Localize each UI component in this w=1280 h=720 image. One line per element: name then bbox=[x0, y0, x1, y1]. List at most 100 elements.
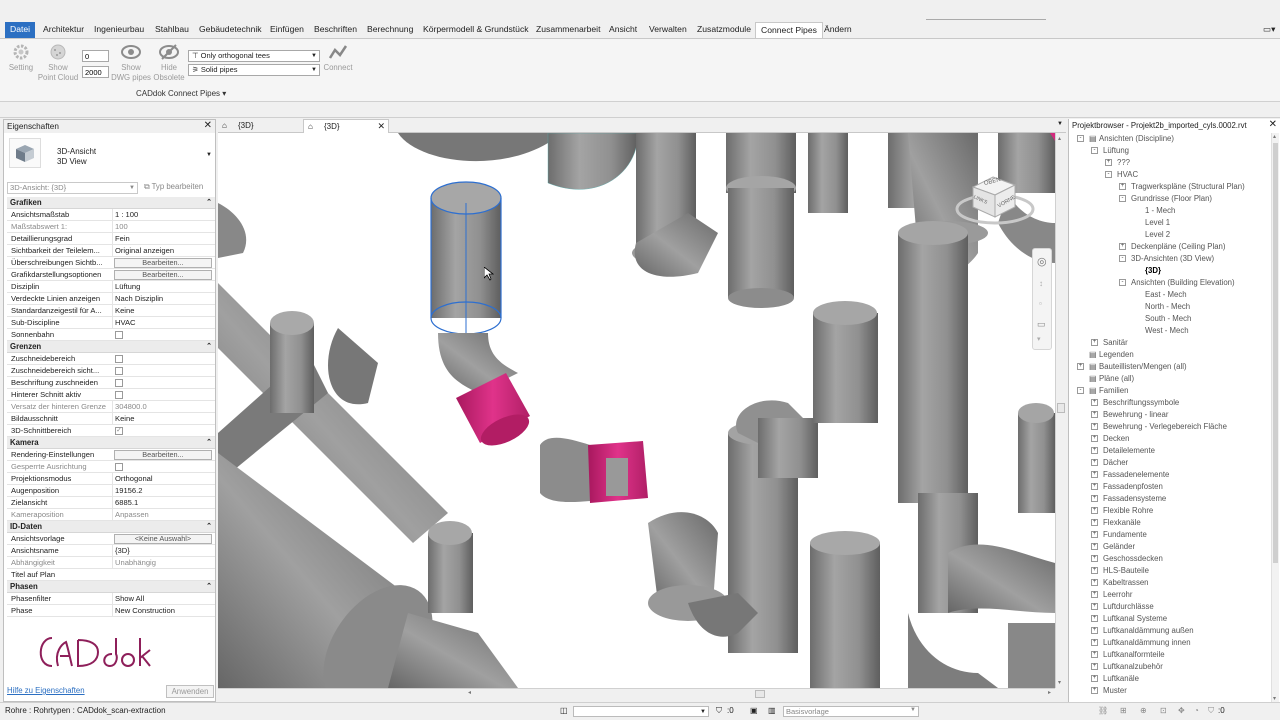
tree-item[interactable]: Flexkanäle bbox=[1103, 517, 1141, 528]
expand-icon[interactable]: + bbox=[1091, 507, 1098, 514]
tree-item[interactable]: Bewehrung - Verlegebereich Fläche bbox=[1103, 421, 1227, 432]
ribbon-panel-title[interactable]: CADdok Connect Pipes ▾ bbox=[136, 89, 226, 98]
prop-row[interactable]: Standardanzeigestil für A... Keine bbox=[7, 305, 215, 317]
prop-row[interactable]: Zielansicht 6885.1 bbox=[7, 497, 215, 509]
tree-item[interactable]: Familien bbox=[1099, 385, 1128, 396]
expand-icon[interactable]: + bbox=[1091, 543, 1098, 550]
scroll-down-icon[interactable]: ▾ bbox=[1273, 695, 1276, 702]
tab-architektur[interactable]: Architektur bbox=[38, 22, 89, 38]
tree-item[interactable]: Bauteillisten/Mengen (all) bbox=[1099, 361, 1187, 372]
vertical-scrollbar[interactable]: ▴ ▾ bbox=[1055, 133, 1066, 688]
expand-icon[interactable]: + bbox=[1091, 483, 1098, 490]
tab-aendern[interactable]: Ändern bbox=[819, 22, 857, 38]
scroll-thumb[interactable] bbox=[755, 690, 765, 698]
view-tab-3d-active[interactable]: ⌂ {3D} ✕ bbox=[303, 119, 389, 133]
tree-item[interactable]: Fassadensysteme bbox=[1103, 493, 1166, 504]
prop-row[interactable]: Sichtbarkeit der Teilelem... Original anz… bbox=[7, 245, 215, 257]
tree-item[interactable]: Luftkanalformteile bbox=[1103, 649, 1165, 660]
prop-row[interactable]: Ansichtsname {3D} bbox=[7, 545, 215, 557]
tree-item[interactable]: Luftkanaldämmung innen bbox=[1103, 637, 1191, 648]
checkbox[interactable] bbox=[115, 367, 123, 375]
prop-row[interactable]: Sub-Discipline HVAC bbox=[7, 317, 215, 329]
setting-button[interactable]: Setting bbox=[6, 43, 36, 73]
tree-item[interactable]: {3D} bbox=[1145, 265, 1161, 276]
section-kamera[interactable]: Kamera ⌃ bbox=[7, 437, 215, 449]
design-options-icon[interactable]: ▣ bbox=[750, 703, 758, 719]
scroll-down-icon[interactable]: ▾ bbox=[1058, 679, 1061, 686]
tree-item[interactable]: Luftkanäle bbox=[1103, 673, 1139, 684]
expand-icon[interactable]: + bbox=[1105, 159, 1112, 166]
expand-icon[interactable]: + bbox=[1091, 591, 1098, 598]
tab-menu-icon[interactable]: ▼ bbox=[1057, 121, 1063, 127]
prop-row[interactable]: Detaillierungsgrad Fein bbox=[7, 233, 215, 245]
tree-item[interactable]: Flexible Rohre bbox=[1103, 505, 1153, 516]
tab-berechnung[interactable]: Berechnung bbox=[362, 22, 418, 38]
tree-item[interactable]: Decken bbox=[1103, 433, 1129, 444]
tree-item[interactable]: East - Mech bbox=[1145, 289, 1187, 300]
edit-button[interactable]: Bearbeiten... bbox=[114, 258, 212, 268]
select-links-icon[interactable]: ⛓ bbox=[1098, 703, 1108, 719]
tree-item[interactable]: Pläne (all) bbox=[1099, 373, 1134, 384]
section-id-daten[interactable]: ID-Daten ⌃ bbox=[7, 521, 215, 533]
zoom-icon[interactable]: ▫ bbox=[1039, 299, 1042, 308]
instance-filter-select[interactable]: 3D-Ansicht: {3D} ▼ bbox=[7, 182, 138, 194]
view-cube[interactable]: OBEN VORNE LINKS bbox=[953, 171, 1043, 241]
horizontal-scrollbar[interactable]: ◂ ▸ bbox=[218, 688, 1055, 700]
prop-row[interactable]: Bildausschnitt Keine bbox=[7, 413, 215, 425]
tree-item[interactable]: Sanitär bbox=[1103, 337, 1128, 348]
pan-icon[interactable]: ↕ bbox=[1039, 279, 1043, 288]
tab-ingenieurbau[interactable]: Ingenieurbau bbox=[89, 22, 149, 38]
tree-item[interactable]: Level 1 bbox=[1145, 217, 1170, 228]
scroll-up-icon[interactable]: ▴ bbox=[1058, 135, 1061, 142]
tree-item[interactable]: HVAC bbox=[1117, 169, 1138, 180]
collapse-icon[interactable]: - bbox=[1077, 135, 1084, 142]
tab-einfuegen[interactable]: Einfügen bbox=[265, 22, 309, 38]
tree-item[interactable]: Bewehrung - linear bbox=[1103, 409, 1168, 420]
expand-icon[interactable]: + bbox=[1091, 663, 1098, 670]
apply-button[interactable]: Anwenden bbox=[166, 685, 214, 698]
checkbox[interactable] bbox=[115, 391, 123, 399]
prop-row[interactable]: Phasenfilter Show All bbox=[7, 593, 215, 605]
filter-icon[interactable]: ⛉ bbox=[1208, 703, 1214, 719]
scroll-left-icon[interactable]: ◂ bbox=[468, 689, 471, 696]
tab-zusammenarbeit[interactable]: Zusammenarbeit bbox=[531, 22, 605, 38]
edit-type-button[interactable]: ⧉ Typ bearbeiten bbox=[144, 182, 203, 192]
tree-item[interactable]: South - Mech bbox=[1145, 313, 1191, 324]
expand-icon[interactable]: + bbox=[1091, 399, 1098, 406]
type-selector[interactable]: 3D-Ansicht 3D View ▼ bbox=[7, 134, 214, 172]
workset-select[interactable]: ▼ bbox=[573, 706, 709, 717]
offset-bottom-input[interactable] bbox=[82, 66, 109, 78]
tree-item[interactable]: Luftkanalzubehör bbox=[1103, 661, 1163, 672]
main-model-icon[interactable]: ▥ bbox=[768, 703, 776, 719]
checkbox[interactable] bbox=[115, 355, 123, 363]
expand-icon[interactable]: + bbox=[1091, 435, 1098, 442]
browser-scrollbar[interactable]: ▴ ▾ bbox=[1271, 133, 1279, 702]
tree-item[interactable]: Dächer bbox=[1103, 457, 1128, 468]
expand-icon[interactable]: + bbox=[1091, 459, 1098, 466]
ribbon-options-icon[interactable]: ▭▾ bbox=[1258, 22, 1280, 38]
tree-item[interactable]: Fassadenelemente bbox=[1103, 469, 1169, 480]
tree-item[interactable]: Grundrisse (Floor Plan) bbox=[1131, 193, 1212, 204]
tree-item[interactable]: Kabeltrassen bbox=[1103, 577, 1149, 588]
tree-item[interactable]: Fundamente bbox=[1103, 529, 1147, 540]
tree-item[interactable]: Geschossdecken bbox=[1103, 553, 1163, 564]
tab-ansicht[interactable]: Ansicht bbox=[604, 22, 642, 38]
tree-item[interactable]: Ansichten (Building Elevation) bbox=[1131, 277, 1235, 288]
collapse-icon[interactable]: - bbox=[1077, 387, 1084, 394]
zoom-region-icon[interactable]: ▭ bbox=[1037, 319, 1046, 330]
prop-row[interactable]: Projektionsmodus Orthogonal bbox=[7, 473, 215, 485]
show-dwg-pipes-button[interactable]: Show DWG pipes bbox=[110, 43, 152, 83]
connect-button[interactable]: Connect bbox=[322, 43, 354, 73]
tab-gebaeudetechnik[interactable]: Gebäudetechnik bbox=[194, 22, 267, 38]
offset-top-input[interactable] bbox=[82, 50, 109, 62]
expand-icon[interactable]: + bbox=[1091, 627, 1098, 634]
expand-icon[interactable]: + bbox=[1091, 675, 1098, 682]
expand-icon[interactable]: + bbox=[1091, 579, 1098, 586]
expand-icon[interactable]: + bbox=[1077, 363, 1084, 370]
tree-item[interactable]: Tragwerkspläne (Structural Plan) bbox=[1131, 181, 1245, 192]
nav-menu-icon[interactable]: ▾ bbox=[1037, 335, 1041, 343]
tree-item[interactable]: Detailelemente bbox=[1103, 445, 1155, 456]
expand-icon[interactable]: + bbox=[1091, 555, 1098, 562]
scroll-thumb[interactable] bbox=[1273, 143, 1278, 563]
tree-item[interactable]: 3D-Ansichten (3D View) bbox=[1131, 253, 1214, 264]
